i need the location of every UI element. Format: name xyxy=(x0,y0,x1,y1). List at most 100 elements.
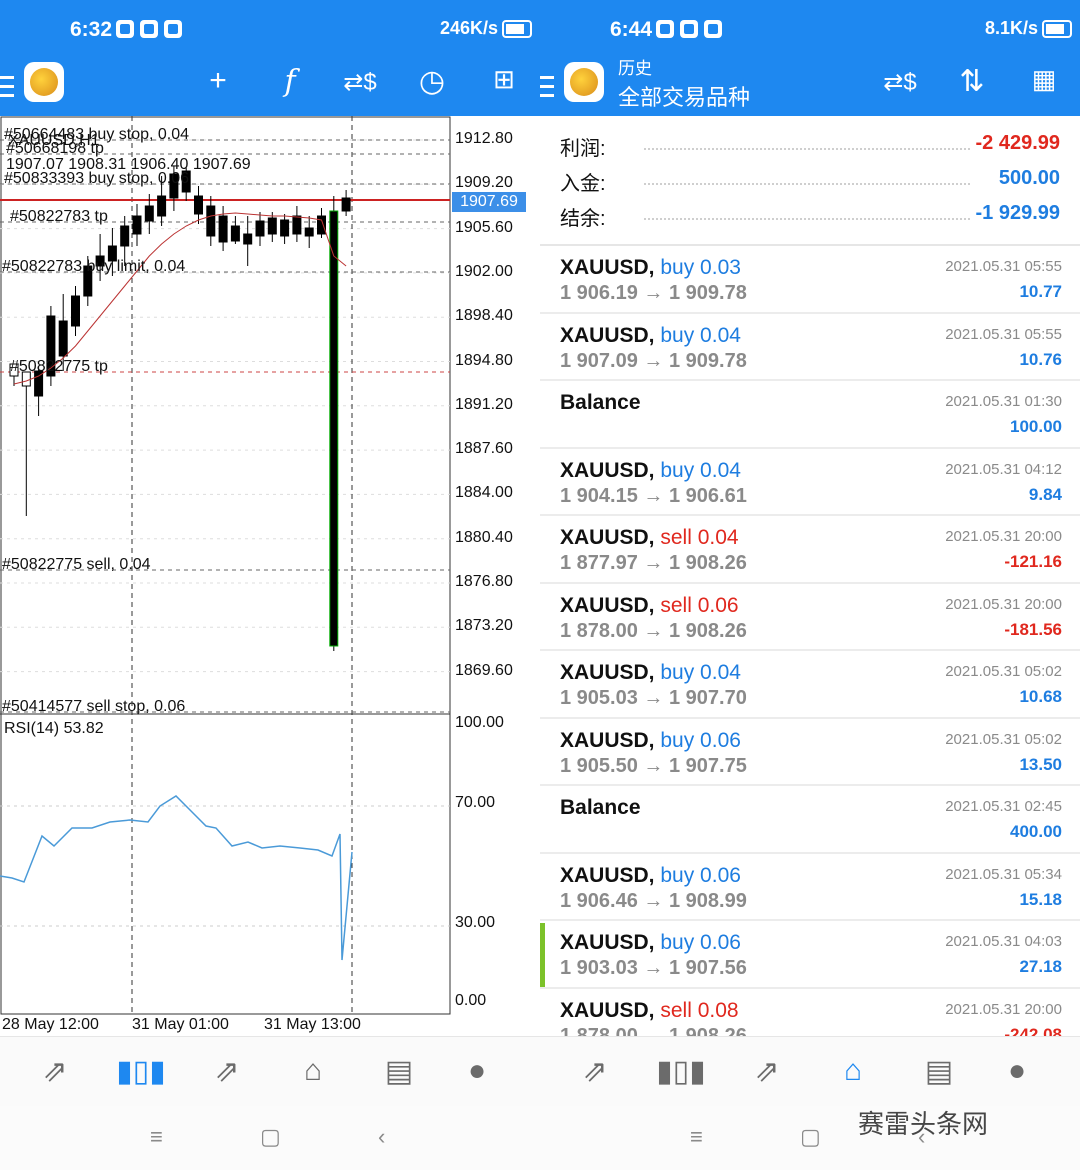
home-icon[interactable]: ▢ xyxy=(800,1124,821,1150)
deal-symbol: XAUUSD, buy 0.06 xyxy=(560,931,741,954)
price-tick: 1869.60 xyxy=(455,661,513,679)
calendar-icon[interactable]: ▦ xyxy=(1024,64,1064,95)
network-speed: 246K/s xyxy=(439,18,498,38)
notification-icons xyxy=(116,20,182,38)
back-icon[interactable]: ‹ xyxy=(378,1124,385,1150)
order-label: #50822783 buy limit, 0.04 xyxy=(2,258,186,275)
recents-icon[interactable]: ≡ xyxy=(150,1124,163,1150)
quotes-icon[interactable]: ⇗ xyxy=(572,1051,618,1091)
deal-symbol: XAUUSD, sell 0.08 xyxy=(560,998,739,1022)
summary-key: 结余: xyxy=(560,208,606,230)
history-row[interactable]: XAUUSD, buy 0.06 1 903.03 → 1 907.56 2021.… xyxy=(540,921,1080,989)
price-tick: 1887.60 xyxy=(455,440,513,458)
deal-profit: 10.77 xyxy=(1019,282,1062,301)
deal-prices: 1 903.03 → 1 907.56 xyxy=(560,957,747,979)
deal-profit: 13.50 xyxy=(1019,754,1062,774)
history-screen: 6:44 8.1K/s 历史 全部交易品种 ⇄$ ⇅ ▦ 利润: -2 429.… xyxy=(540,0,1080,1170)
toolbar-title[interactable]: 全部交易品种 xyxy=(618,80,750,112)
deal-prices: 1 906.19 → 1 909.78 xyxy=(560,282,747,304)
recents-icon[interactable]: ≡ xyxy=(690,1124,703,1150)
status-bar: 6:44 8.1K/s xyxy=(540,0,1080,62)
chart-icon[interactable]: ▮▯▮ xyxy=(116,1051,166,1091)
deal-date: 2021.05.31 20:00 xyxy=(945,595,1062,613)
candle-body xyxy=(292,215,302,235)
candle-body xyxy=(144,205,154,222)
chat-icon[interactable]: ● xyxy=(994,1051,1040,1091)
price-tick: 1905.60 xyxy=(455,218,513,236)
deal-symbol: XAUUSD, buy 0.04 xyxy=(560,323,741,347)
summary-key: 利润: xyxy=(560,138,606,160)
price-tick: 1880.40 xyxy=(455,528,513,546)
quotes-icon[interactable]: ⇗ xyxy=(32,1051,78,1091)
indicator-icon[interactable]: f xyxy=(270,64,310,99)
bottom-nav: ⇗ ▮▯▮ ⇗ ⌂ ▤ ● xyxy=(0,1036,540,1106)
history-row[interactable]: XAUUSD, buy 0.06 1 905.50 → 1 907.75 2021.… xyxy=(540,719,1080,786)
history-toolbar: 历史 全部交易品种 ⇄$ ⇅ ▦ xyxy=(540,59,1080,116)
history-list[interactable]: XAUUSD, buy 0.03 1 906.19 → 1 909.78 2021.… xyxy=(540,246,1080,1036)
history-icon[interactable]: ⌂ xyxy=(830,1051,876,1091)
deal-side: buy 0.06 xyxy=(660,728,741,752)
deal-profit: 27.18 xyxy=(1019,957,1062,976)
deal-side: buy 0.03 xyxy=(660,256,741,279)
trade-icon[interactable]: ⇄$ xyxy=(880,68,920,97)
deal-prices: 1 878.00 → 1 908.26 xyxy=(560,619,747,642)
deal-date: 2021.05.31 04:12 xyxy=(945,460,1062,478)
deal-symbol: XAUUSD, buy 0.04 xyxy=(560,458,741,482)
deal-date: 2021.05.31 01:30 xyxy=(945,393,1062,410)
history-row[interactable]: XAUUSD, sell 0.04 1 877.97 → 1 908.26 2021… xyxy=(540,516,1080,584)
history-row[interactable]: Balance 2021.05.31 01:30 100.00 xyxy=(540,381,1080,449)
history-row[interactable]: XAUUSD, sell 0.06 1 878.00 → 1 908.26 2021… xyxy=(540,584,1080,651)
order-label: #50822775 sell, 0.04 xyxy=(2,556,151,573)
deal-prices: 1 878.00 → 1 908.26 xyxy=(560,1024,747,1037)
history-row[interactable]: XAUUSD, sell 0.08 1 878.00 → 1 908.26 2021… xyxy=(540,989,1080,1037)
deal-date: 2021.05.31 05:55 xyxy=(945,258,1062,275)
new-object-icon[interactable]: ⊞ xyxy=(484,64,524,95)
history-row[interactable]: XAUUSD, buy 0.04 1 905.03 → 1 907.70 2021.… xyxy=(540,651,1080,719)
candle-body xyxy=(230,225,240,242)
rsi-tick: 70.00 xyxy=(455,794,496,811)
status-time: 6:32 xyxy=(70,18,113,41)
deal-profit: 15.18 xyxy=(1019,889,1062,909)
deal-symbol: Balance xyxy=(560,391,641,414)
bottom-nav: ⇗ ▮▯▮ ⇗ ⌂ ▤ ● xyxy=(540,1036,1080,1106)
deal-profit: 400.00 xyxy=(1010,822,1062,841)
menu-icon[interactable] xyxy=(0,76,14,100)
deal-date: 2021.05.31 02:45 xyxy=(945,798,1062,815)
candle-body xyxy=(194,195,203,215)
deal-side: buy 0.06 xyxy=(660,863,741,887)
trade-icon[interactable]: ⇄$ xyxy=(340,68,380,97)
price-chart[interactable]: #50664483 buy stop, 0.04 XAUUSD,H1 #506681… xyxy=(0,116,540,1036)
price-tick: 1891.20 xyxy=(455,395,513,413)
chart-screen: 6:32 246K/s + f ⇄$ ◷ ⊞ #50664483 buy sto… xyxy=(0,0,540,1170)
rsi-tick: 30.00 xyxy=(455,914,496,931)
deal-date: 2021.05.31 20:00 xyxy=(945,1000,1062,1018)
history-row[interactable]: XAUUSD, buy 0.03 1 906.19 → 1 909.78 2021.… xyxy=(540,246,1080,314)
sort-icon[interactable]: ⇅ xyxy=(952,64,992,99)
chat-icon[interactable]: ● xyxy=(454,1051,500,1091)
trade-icon[interactable]: ⇗ xyxy=(744,1051,790,1091)
clock-icon[interactable]: ◷ xyxy=(412,64,452,99)
deal-side: sell 0.08 xyxy=(660,998,739,1022)
system-nav: ≡ ▢ ‹ xyxy=(0,1106,540,1170)
menu-icon[interactable] xyxy=(540,76,554,100)
history-row[interactable]: XAUUSD, buy 0.04 1 904.15 → 1 906.61 2021.… xyxy=(540,449,1080,516)
chart-icon[interactable]: ▮▯▮ xyxy=(656,1051,706,1091)
history-row[interactable]: XAUUSD, buy 0.06 1 906.46 → 1 908.99 2021.… xyxy=(540,854,1080,921)
trade-icon[interactable]: ⇗ xyxy=(204,1051,250,1091)
time-tick: 31 May 13:00 xyxy=(264,1016,361,1033)
history-row[interactable]: Balance 2021.05.31 02:45 400.00 xyxy=(540,786,1080,854)
history-icon[interactable]: ⌂ xyxy=(290,1051,336,1091)
deal-side: buy 0.04 xyxy=(660,323,741,347)
summary-key: 入金: xyxy=(560,173,606,195)
deal-symbol: XAUUSD, buy 0.06 xyxy=(560,728,741,752)
news-icon[interactable]: ▤ xyxy=(376,1051,422,1091)
order-label: #50822783 tp xyxy=(10,208,108,225)
crosshair-icon[interactable]: + xyxy=(198,64,238,98)
watermark: 赛雷头条网 xyxy=(858,1109,989,1139)
deal-prices: 1 905.50 → 1 907.75 xyxy=(560,754,747,777)
history-row[interactable]: XAUUSD, buy 0.04 1 907.09 → 1 909.78 2021.… xyxy=(540,314,1080,381)
current-price-label: 1907.69 xyxy=(452,192,526,212)
price-tick: 1884.00 xyxy=(455,484,513,502)
news-icon[interactable]: ▤ xyxy=(916,1051,962,1091)
home-icon[interactable]: ▢ xyxy=(260,1124,281,1150)
